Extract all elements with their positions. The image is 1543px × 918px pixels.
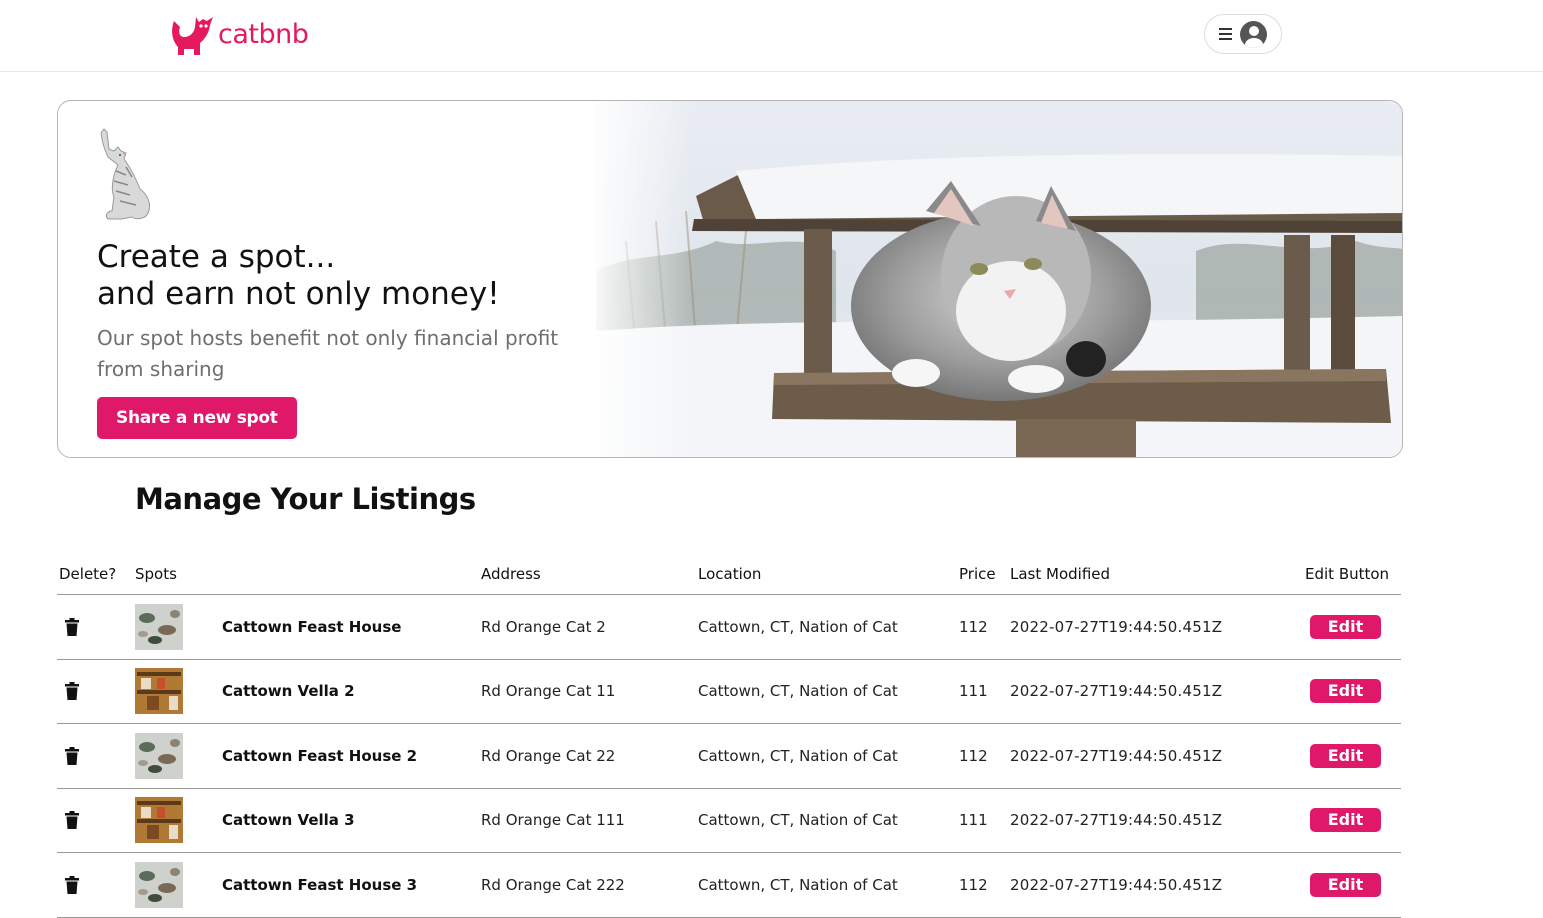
spot-location: Cattown, CT, Nation of Cat: [698, 617, 898, 636]
manage-listings-title: Manage Your Listings: [135, 482, 476, 516]
table-row: Cattown Feast House 3 Rd Orange Cat 222 …: [57, 853, 1401, 918]
hero-title-line-1: Create a spot...: [97, 239, 336, 275]
hero-title-line-2: and earn not only money!: [97, 276, 500, 312]
spot-address: Rd Orange Cat 111: [481, 811, 625, 830]
catbnb-logo[interactable]: catbnb: [168, 12, 309, 56]
spot-location: Cattown, CT, Nation of Cat: [698, 811, 898, 830]
hero-subtitle: Our spot hosts benefit not only financia…: [97, 326, 559, 381]
spot-price: 111: [959, 811, 988, 830]
trash-icon[interactable]: [65, 746, 79, 765]
listings-table: Delete? Spots Address Location Price Las…: [57, 556, 1401, 918]
column-header-edit: Edit Button: [1305, 565, 1390, 583]
table-row: Cattown Feast House 2 Rd Orange Cat 22 C…: [57, 724, 1401, 789]
standing-cat-illustration: [100, 128, 151, 220]
table-row: Cattown Feast House Rd Orange Cat 2 Catt…: [57, 595, 1401, 660]
edit-button[interactable]: Edit: [1310, 614, 1381, 639]
hero-title: Create a spot... and earn not only money…: [97, 239, 500, 313]
spot-thumbnail-birds[interactable]: [135, 861, 183, 908]
spot-thumbnail-shelf[interactable]: [135, 668, 183, 715]
column-header-spots: Spots: [135, 565, 177, 583]
create-spot-banner: Create a spot... and earn not only money…: [57, 100, 1403, 458]
spot-last-modified: 2022-07-27T19:44:50.451Z: [1010, 682, 1223, 701]
spot-name[interactable]: Cattown Feast House 2: [222, 747, 417, 765]
spot-address: Rd Orange Cat 11: [481, 682, 616, 701]
edit-button[interactable]: Edit: [1310, 872, 1381, 897]
spot-price: 111: [959, 682, 988, 701]
top-navigation-bar: catbnb: [0, 0, 1543, 72]
spot-last-modified: 2022-07-27T19:44:50.451Z: [1010, 746, 1223, 765]
spot-name[interactable]: Cattown Vella 2: [222, 682, 355, 700]
spot-location: Cattown, CT, Nation of Cat: [698, 875, 898, 894]
logo-text: catbnb: [218, 18, 309, 50]
table-header: Delete? Spots Address Location Price Las…: [57, 556, 1401, 595]
spot-address: Rd Orange Cat 22: [481, 746, 616, 765]
spot-address: Rd Orange Cat 2: [481, 617, 606, 636]
share-new-spot-button[interactable]: Share a new spot: [97, 397, 297, 439]
hamburger-icon: [1219, 28, 1232, 40]
spot-name[interactable]: Cattown Vella 3: [222, 811, 355, 829]
spot-thumbnail-shelf[interactable]: [135, 797, 183, 844]
spot-thumbnail-birds[interactable]: [135, 603, 183, 650]
spot-name[interactable]: Cattown Feast House 3: [222, 876, 417, 894]
table-row: Cattown Vella 3 Rd Orange Cat 111 Cattow…: [57, 789, 1401, 853]
column-header-price: Price: [959, 565, 996, 583]
spot-name[interactable]: Cattown Feast House: [222, 618, 401, 636]
spot-address: Rd Orange Cat 222: [481, 875, 625, 894]
spot-price: 112: [959, 875, 988, 894]
spot-last-modified: 2022-07-27T19:44:50.451Z: [1010, 617, 1223, 636]
cat-on-bird-feeder-photo: [596, 101, 1402, 457]
spot-last-modified: 2022-07-27T19:44:50.451Z: [1010, 875, 1223, 894]
trash-icon[interactable]: [65, 682, 79, 701]
edit-button[interactable]: Edit: [1310, 743, 1381, 768]
edit-button[interactable]: Edit: [1310, 679, 1381, 704]
user-menu-button[interactable]: [1204, 14, 1282, 54]
column-header-address: Address: [481, 565, 541, 583]
spot-thumbnail-birds[interactable]: [135, 732, 183, 779]
trash-icon[interactable]: [65, 875, 79, 894]
trash-icon[interactable]: [65, 617, 79, 636]
column-header-location: Location: [698, 565, 762, 583]
column-header-last-modified: Last Modified: [1010, 565, 1111, 583]
column-header-delete: Delete?: [59, 565, 117, 583]
trash-icon[interactable]: [65, 811, 79, 830]
user-avatar-icon: [1240, 20, 1267, 48]
spot-location: Cattown, CT, Nation of Cat: [698, 682, 898, 701]
spot-location: Cattown, CT, Nation of Cat: [698, 746, 898, 765]
edit-button[interactable]: Edit: [1310, 808, 1381, 833]
spot-price: 112: [959, 746, 988, 765]
table-row: Cattown Vella 2 Rd Orange Cat 11 Cattown…: [57, 660, 1401, 724]
spot-last-modified: 2022-07-27T19:44:50.451Z: [1010, 811, 1223, 830]
spot-price: 112: [959, 617, 988, 636]
cat-logo-icon: [172, 17, 213, 55]
